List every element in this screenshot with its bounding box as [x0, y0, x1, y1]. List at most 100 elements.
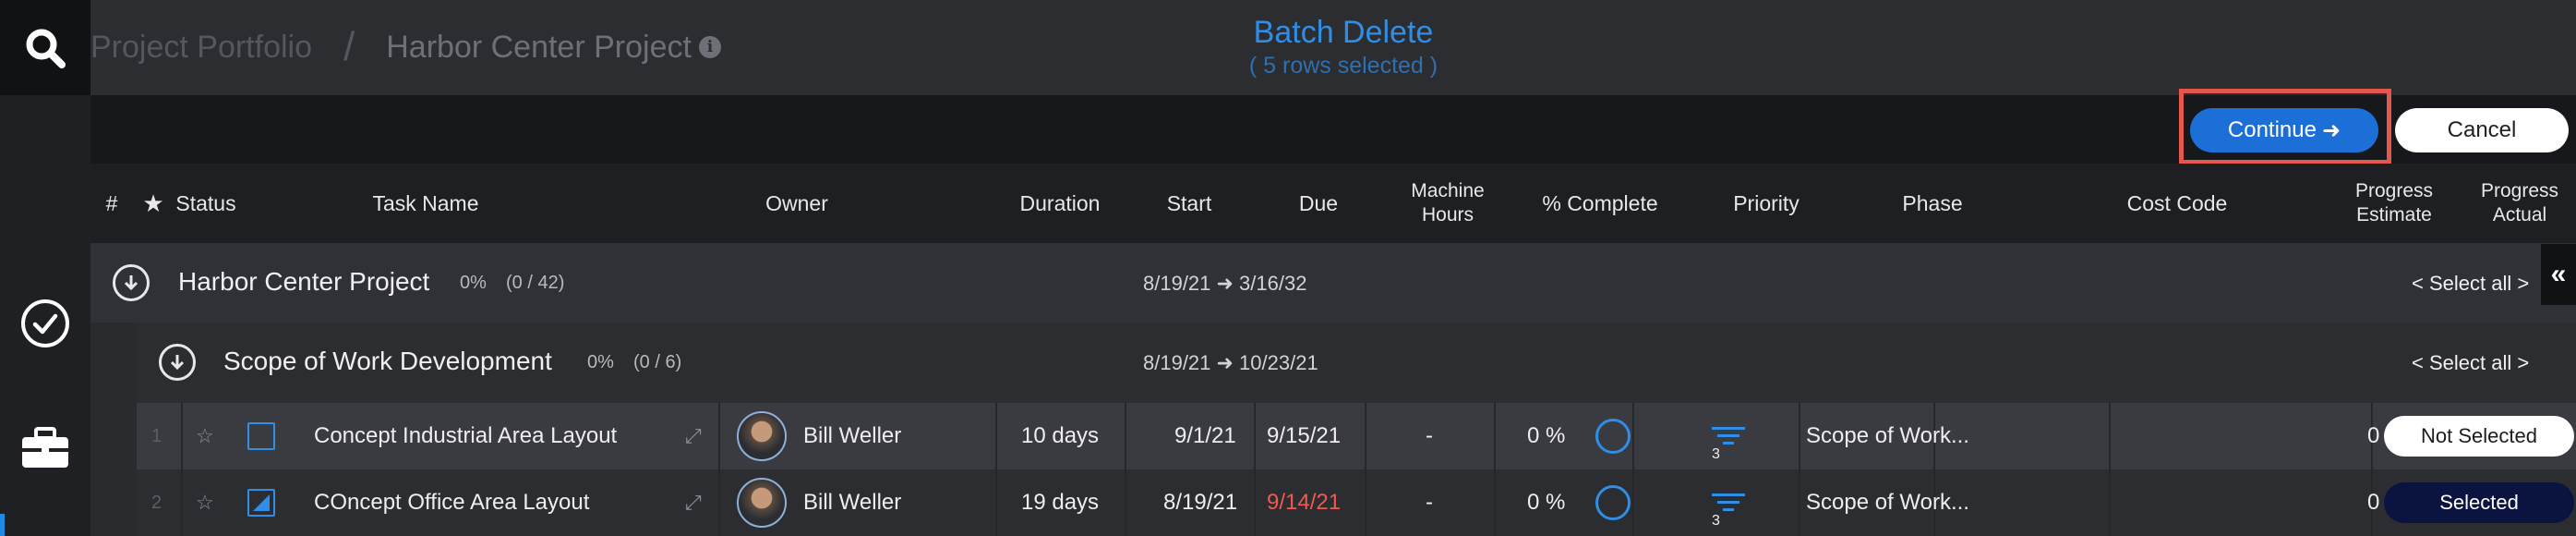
- avatar: [737, 411, 787, 461]
- select-all-link[interactable]: < Select all >: [2412, 351, 2529, 375]
- due-date-overdue[interactable]: 9/14/21: [1267, 469, 1341, 536]
- info-icon[interactable]: i: [698, 36, 721, 58]
- group-count: (0 / 6): [633, 352, 682, 372]
- breadcrumb-current-label: Harbor Center Project: [386, 29, 692, 65]
- row-number: 1: [151, 425, 163, 446]
- col-progress-estimate[interactable]: Progress Estimate: [2325, 164, 2463, 243]
- machine-hours[interactable]: -: [1426, 469, 1433, 536]
- col-priority[interactable]: Priority: [1688, 164, 1845, 243]
- percent-complete[interactable]: 0 %: [1527, 403, 1565, 469]
- column-divider: [1799, 469, 1800, 536]
- column-divider: [1365, 469, 1366, 536]
- group-percent: 0%: [587, 352, 614, 372]
- table-row[interactable]: 2 ☆ COncept Office Area Layout ⤢ Bill We…: [137, 469, 2576, 536]
- tasks-nav-button[interactable]: [0, 296, 90, 351]
- col-phase[interactable]: Phase: [1845, 164, 2020, 243]
- duration[interactable]: 10 days: [1021, 403, 1099, 469]
- column-divider: [718, 403, 720, 469]
- column-divider: [181, 469, 183, 536]
- left-rail: [0, 0, 90, 536]
- start-date[interactable]: 9/1/21: [1174, 403, 1236, 469]
- phase[interactable]: Scope of Work...: [1806, 403, 1969, 469]
- projects-nav-button[interactable]: [0, 420, 90, 476]
- col-owner[interactable]: Owner: [718, 164, 875, 243]
- row-checkbox[interactable]: [247, 469, 275, 536]
- col-number: #: [105, 191, 118, 215]
- owner-name[interactable]: Bill Weller: [803, 469, 901, 536]
- column-divider: [1632, 403, 1634, 469]
- expand-icon[interactable]: ⤢: [685, 403, 702, 469]
- col-progress-actual[interactable]: Progress Actual: [2463, 164, 2576, 243]
- search-button[interactable]: [0, 0, 90, 95]
- batch-title: Batch Delete: [1253, 15, 1434, 50]
- progress-actual[interactable]: 0: [2367, 469, 2379, 536]
- group-row-scope-body: Scope of Work Development 0% (0 / 6) 8/1…: [137, 323, 2576, 402]
- row-checkbox[interactable]: [247, 403, 275, 469]
- group-date-range: 8/19/21 ➜ 3/16/32: [1143, 272, 1307, 295]
- col-status[interactable]: Status: [174, 164, 238, 243]
- column-divider: [1254, 403, 1256, 469]
- column-header-row: # ★ Status Task Name Owner Duration Star…: [90, 164, 2576, 243]
- collapse-group-button[interactable]: [113, 264, 150, 301]
- progress-circle-icon: [1595, 485, 1631, 520]
- star-icon[interactable]: ☆: [196, 403, 214, 469]
- star-icon[interactable]: ☆: [196, 469, 214, 536]
- column-divider: [2109, 403, 2111, 469]
- start-date[interactable]: 8/19/21: [1163, 469, 1237, 536]
- search-icon: [26, 29, 66, 68]
- expand-icon[interactable]: ⤢: [685, 469, 702, 536]
- progress-actual[interactable]: 0: [2367, 403, 2379, 469]
- column-divider: [1365, 403, 1366, 469]
- column-divider: [1632, 469, 1634, 536]
- continue-button[interactable]: Continue ➜: [2190, 108, 2378, 152]
- collapse-group-button[interactable]: [159, 344, 196, 381]
- phase[interactable]: Scope of Work...: [1806, 469, 1969, 536]
- task-name[interactable]: COncept Office Area Layout: [314, 469, 589, 536]
- selection-toggle[interactable]: Not Selected: [2384, 403, 2574, 469]
- percent-complete[interactable]: 0 %: [1527, 469, 1565, 536]
- progress-circle-icon: [1595, 419, 1631, 454]
- column-divider: [1494, 469, 1496, 536]
- col-progress-actual-line1: Progress: [2480, 180, 2559, 201]
- col-machine-hours-line2: Hours: [1421, 204, 1475, 225]
- column-divider: [181, 403, 183, 469]
- column-divider: [2109, 469, 2111, 536]
- active-nav-indicator: [0, 514, 5, 536]
- col-star[interactable]: ★: [137, 164, 170, 243]
- briefcase-icon: [22, 427, 68, 468]
- col-start[interactable]: Start: [1134, 164, 1245, 243]
- table-row[interactable]: 1 ☆ Concept Industrial Area Layout ⤢ Bil…: [137, 403, 2576, 469]
- breadcrumb-separator: /: [343, 24, 355, 69]
- task-name[interactable]: Concept Industrial Area Layout: [314, 403, 617, 469]
- column-divider: [1799, 403, 1800, 469]
- col-task-name[interactable]: Task Name: [255, 164, 596, 243]
- selection-toggle[interactable]: Selected: [2384, 469, 2574, 536]
- duration[interactable]: 19 days: [1021, 469, 1099, 536]
- continue-button-label: Continue: [2227, 117, 2317, 142]
- breadcrumb-root-link[interactable]: Project Portfolio: [90, 30, 312, 66]
- col-percent-complete[interactable]: % Complete: [1512, 164, 1688, 243]
- row-number: 2: [151, 492, 163, 513]
- arrow-down-icon: [124, 275, 138, 291]
- col-machine-hours[interactable]: Machine Hours: [1383, 164, 1512, 243]
- column-divider: [1125, 403, 1126, 469]
- col-cost-code[interactable]: Cost Code: [2039, 164, 2316, 243]
- column-divider: [1494, 403, 1496, 469]
- column-divider: [1125, 469, 1126, 536]
- owner-avatar-cell: [737, 403, 787, 469]
- due-date[interactable]: 9/15/21: [1267, 403, 1341, 469]
- group-name: Harbor Center Project: [178, 267, 430, 296]
- breadcrumb-current: Harbor Center Project i: [386, 30, 721, 66]
- group-count: (0 / 42): [506, 273, 565, 293]
- column-divider: [718, 469, 720, 536]
- select-all-link[interactable]: < Select all >: [2412, 272, 2529, 296]
- col-duration[interactable]: Duration: [1005, 164, 1115, 243]
- owner-name[interactable]: Bill Weller: [803, 403, 901, 469]
- group-row-scope: Scope of Work Development 0% (0 / 6) 8/1…: [90, 323, 2576, 402]
- batch-mode-header: Batch Delete ( 5 rows selected ): [1154, 13, 1533, 79]
- collapse-panel-button[interactable]: «: [2541, 244, 2576, 305]
- cancel-button[interactable]: Cancel: [2395, 108, 2569, 152]
- owner-avatar-cell: [737, 469, 787, 536]
- col-due[interactable]: Due: [1263, 164, 1374, 243]
- machine-hours[interactable]: -: [1426, 403, 1433, 469]
